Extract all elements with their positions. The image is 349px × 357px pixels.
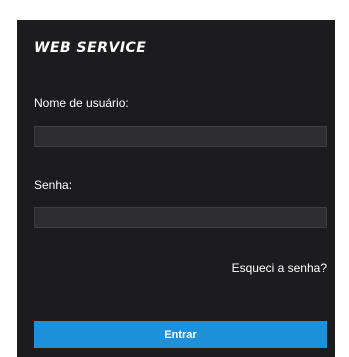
username-label: Nome de usuário: xyxy=(34,96,129,110)
login-panel: WEB SERVICE Nome de usuário: Senha: Esqu… xyxy=(17,20,335,357)
username-input[interactable] xyxy=(34,126,327,147)
password-label: Senha: xyxy=(34,178,73,192)
login-button[interactable]: Entrar xyxy=(34,321,327,348)
password-input[interactable] xyxy=(34,207,327,228)
brand-title: WEB SERVICE xyxy=(34,40,147,56)
forgot-password-link[interactable]: Esqueci a senha? xyxy=(232,261,327,275)
